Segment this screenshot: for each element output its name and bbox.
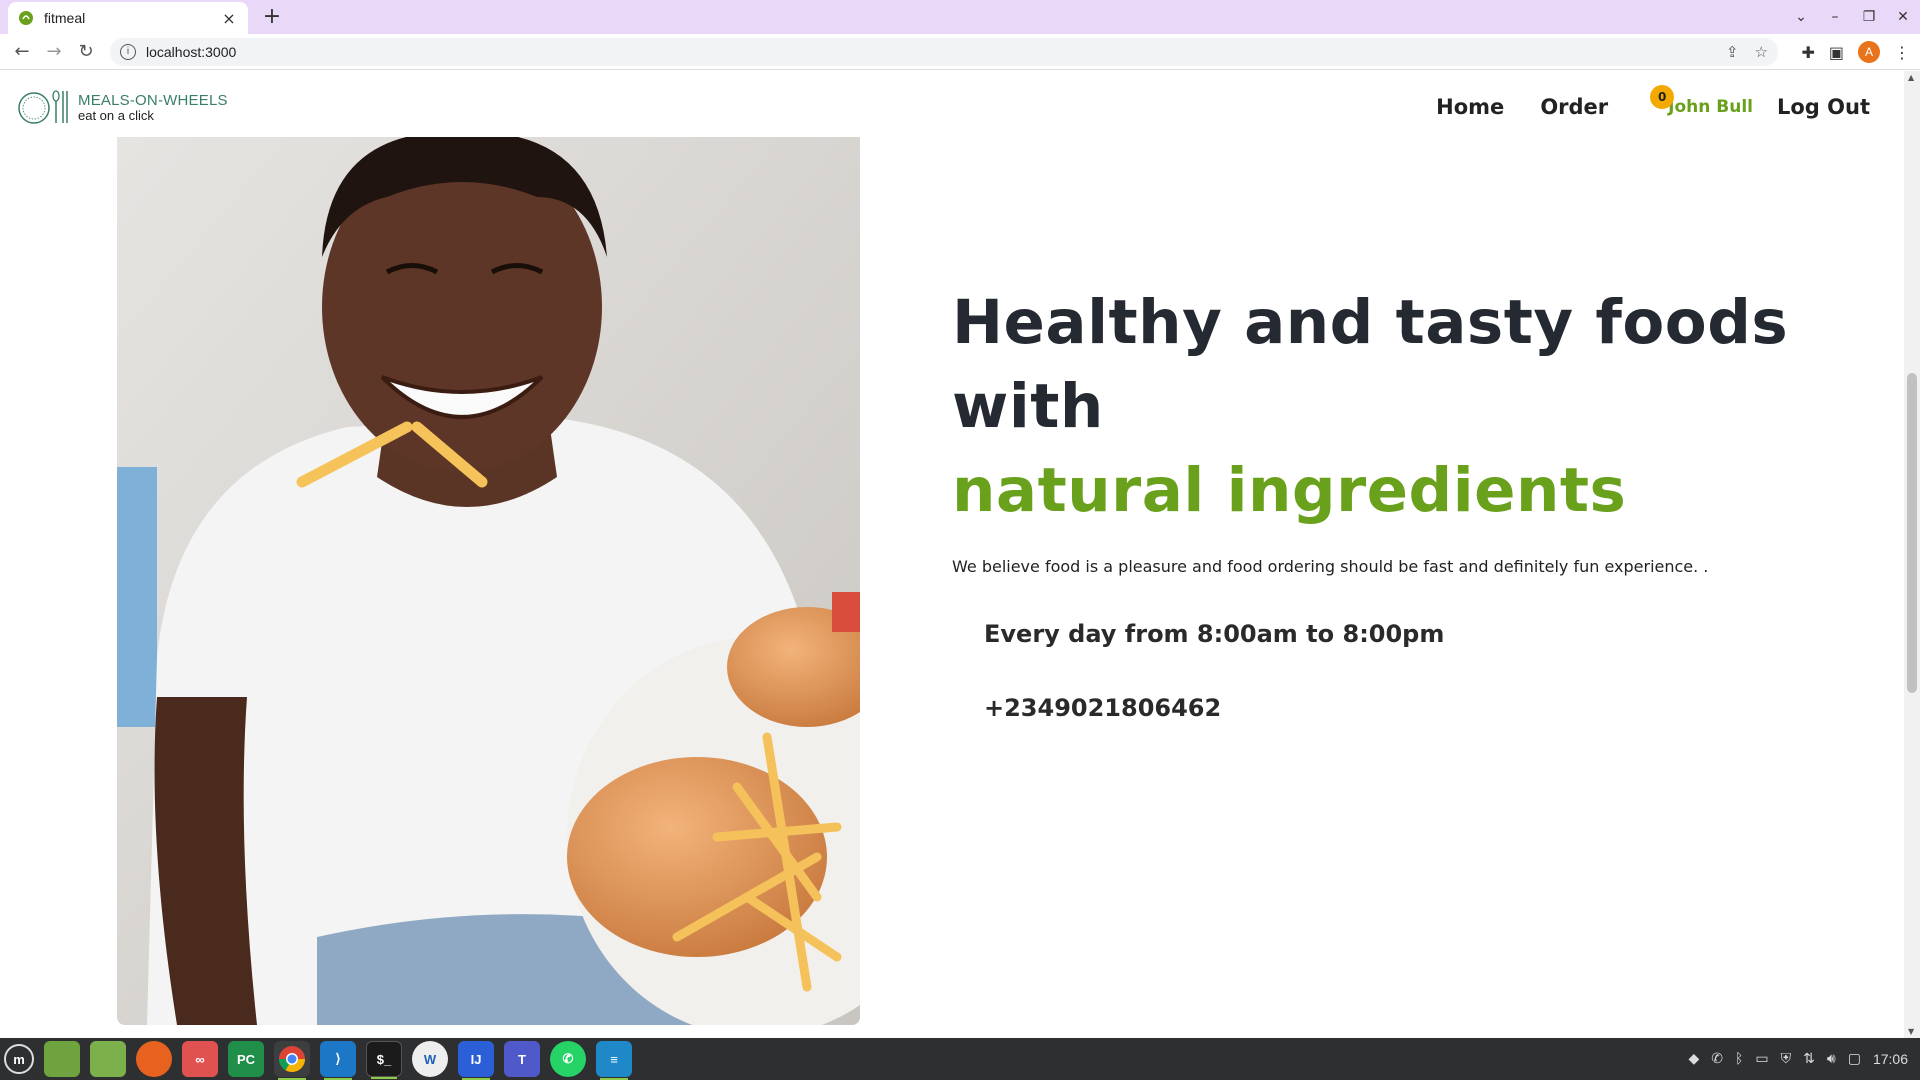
network-icon[interactable]: ⇅ <box>1803 1051 1815 1067</box>
side-panel-icon[interactable]: ▣ <box>1829 43 1844 62</box>
fitmeal-favicon-icon <box>18 10 34 26</box>
main-nav: Home Order 0 John Bull Log Out <box>1436 85 1870 121</box>
system-tray: ◆ ✆ ᛒ ▭ ⛨ ⇅ 🔊︎ ▢ 17:06 <box>1689 1038 1909 1080</box>
teams-tray-icon[interactable]: ◆ <box>1689 1051 1700 1067</box>
site-info-icon[interactable]: i <box>120 44 136 60</box>
hero-description: We believe food is a pleasure and food o… <box>952 557 1709 576</box>
files-folder-icon[interactable] <box>90 1041 126 1077</box>
text-editor-icon[interactable]: ≡ <box>596 1041 632 1080</box>
window-controls: ⌄ – ❐ ✕ <box>1784 0 1920 34</box>
restore-icon[interactable]: ❐ <box>1852 9 1886 25</box>
opening-hours: Every day from 8:00am to 8:00pm <box>984 620 1445 648</box>
shield-icon[interactable]: ⛨ <box>1781 1051 1792 1067</box>
hero-photo-illustration <box>117 137 860 1025</box>
reload-icon[interactable]: ↻ <box>74 40 98 64</box>
firefox-icon[interactable] <box>136 1041 172 1077</box>
os-taskbar: m ∞ PC ⟩ $_ W IJ T ✆ ≡ ◆ ✆ ᛒ ▭ ⛨ ⇅ 🔊︎ ▢ … <box>0 1038 1920 1080</box>
close-tab-icon[interactable]: × <box>220 9 238 28</box>
browser-tab[interactable]: fitmeal × <box>8 2 248 34</box>
hero-title-main: Healthy and tasty foods with <box>952 287 1789 442</box>
hero-section: Healthy and tasty foods with natural ing… <box>952 281 1852 722</box>
scroll-down-icon[interactable]: ▼ <box>1908 1027 1914 1036</box>
pycharm-icon[interactable]: PC <box>228 1041 264 1077</box>
hero-title: Healthy and tasty foods with natural ing… <box>952 281 1852 533</box>
site-logo[interactable]: MEALS-ON-WHEELS eat on a click <box>16 89 228 125</box>
extensions-icon[interactable]: ✚ <box>1801 43 1814 62</box>
contact-phone: +2349021806462 <box>984 694 1222 722</box>
url-text[interactable]: localhost:3000 <box>146 44 1710 60</box>
terminal-icon[interactable]: $_ <box>366 1041 402 1079</box>
site-header: MEALS-ON-WHEELS eat on a click Home Orde… <box>0 71 1904 137</box>
user-cart[interactable]: 0 John Bull <box>1650 85 1753 117</box>
logo-name: MEALS-ON-WHEELS <box>78 92 228 109</box>
whatsapp-icon[interactable]: ✆ <box>550 1041 586 1077</box>
desktop-icon[interactable] <box>44 1041 80 1077</box>
logout-link[interactable]: Log Out <box>1777 95 1870 119</box>
tab-search-icon[interactable]: ⌄ <box>1784 9 1818 25</box>
wps-office-icon[interactable]: W <box>412 1041 448 1077</box>
profile-avatar[interactable]: A <box>1858 41 1880 63</box>
bookmark-star-icon[interactable]: ☆ <box>1755 43 1768 61</box>
sticky-notes-icon[interactable]: ∞ <box>182 1041 218 1077</box>
scroll-up-icon[interactable]: ▲ <box>1908 73 1914 82</box>
toolbar-actions: ✚ ▣ A ⋮ <box>1801 38 1910 66</box>
minimize-icon[interactable]: – <box>1818 9 1852 25</box>
back-icon[interactable]: ← <box>10 40 34 64</box>
notifications-icon[interactable]: ▢ <box>1848 1051 1861 1067</box>
forward-icon[interactable]: → <box>42 40 66 64</box>
hero-image <box>117 137 860 1025</box>
tab-title: fitmeal <box>44 10 86 26</box>
nav-home-link[interactable]: Home <box>1436 95 1504 119</box>
cart-count-badge[interactable]: 0 <box>1650 85 1675 109</box>
nav-order-link[interactable]: Order <box>1540 95 1608 119</box>
chrome-icon[interactable] <box>274 1041 310 1080</box>
new-tab-button[interactable]: + <box>258 3 286 31</box>
clock[interactable]: 17:06 <box>1873 1051 1908 1067</box>
share-icon[interactable]: ⇪ <box>1726 43 1739 61</box>
bluetooth-icon[interactable]: ᛒ <box>1735 1051 1743 1067</box>
menu-kebab-icon[interactable]: ⋮ <box>1894 43 1910 62</box>
teams-icon[interactable]: T <box>504 1041 540 1077</box>
clipboard-icon[interactable]: ▭ <box>1755 1051 1768 1067</box>
mint-menu-icon[interactable]: m <box>4 1044 34 1074</box>
browser-tabstrip: fitmeal × + ⌄ – ❐ ✕ <box>0 0 1920 34</box>
intellij-icon[interactable]: IJ <box>458 1041 494 1080</box>
vscode-icon[interactable]: ⟩ <box>320 1041 356 1080</box>
page-viewport: MEALS-ON-WHEELS eat on a click Home Orde… <box>0 71 1904 1038</box>
browser-toolbar: ← → ↻ i localhost:3000 ⇪ ☆ ✚ ▣ A ⋮ <box>0 34 1920 70</box>
close-window-icon[interactable]: ✕ <box>1886 9 1920 25</box>
logo-tagline: eat on a click <box>78 108 154 123</box>
taskbar-apps: m ∞ PC ⟩ $_ W IJ T ✆ ≡ <box>4 1041 632 1080</box>
page-scrollbar[interactable]: ▲ ▼ <box>1904 71 1920 1038</box>
address-bar[interactable]: i localhost:3000 ⇪ ☆ <box>110 38 1778 66</box>
whatsapp-tray-icon[interactable]: ✆ <box>1711 1051 1723 1067</box>
scroll-thumb[interactable] <box>1907 373 1917 693</box>
hero-title-accent: natural ingredients <box>952 455 1627 526</box>
plate-cutlery-icon <box>18 90 68 124</box>
volume-icon[interactable]: 🔊︎ <box>1827 1051 1836 1067</box>
